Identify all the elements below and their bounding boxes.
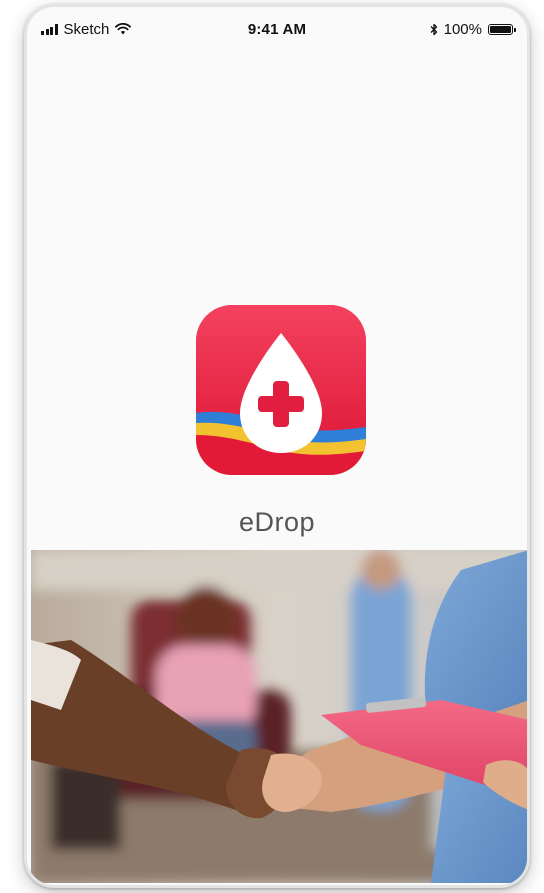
- status-time: 9:41 AM: [247, 20, 307, 38]
- carrier-label: Sketch: [63, 20, 110, 38]
- status-left: Sketch: [41, 21, 201, 38]
- app-logo-icon: [196, 305, 366, 475]
- app-name: eDrop: [238, 507, 316, 537]
- handshake-photo: [31, 550, 527, 883]
- battery-icon: [488, 23, 516, 35]
- battery-percent: 100%: [443, 20, 482, 38]
- status-right: 100%: [353, 20, 516, 38]
- status-bar: Sketch 9:41 AM 100%: [27, 7, 527, 51]
- wifi-icon: [115, 23, 132, 35]
- signal-bars-icon: [41, 23, 58, 35]
- bluetooth-icon: [430, 23, 437, 35]
- phone-frame: Sketch 9:41 AM 100% eDrop: [24, 4, 530, 888]
